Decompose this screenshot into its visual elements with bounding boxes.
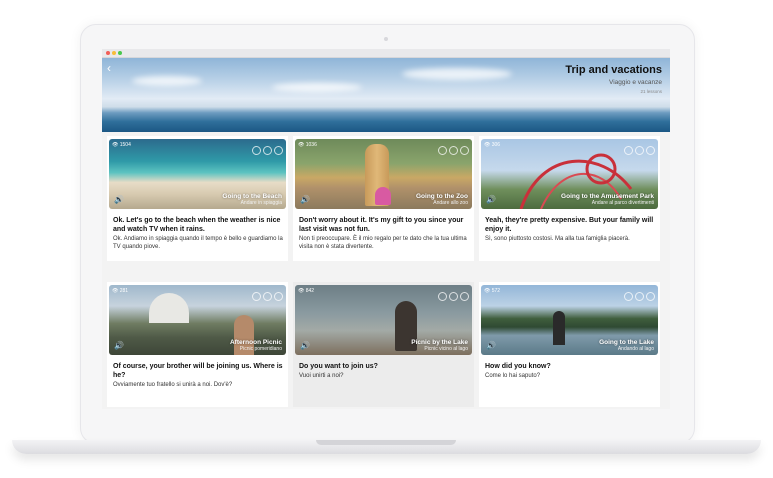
lesson-title: Going to the Lake <box>599 339 654 346</box>
dialog-translation: Vuoi unirti a noi? <box>299 373 344 379</box>
dialog-question: Do you want to join us? <box>299 363 378 370</box>
lesson-count: 21 lessons <box>640 89 662 94</box>
lesson-thumbnail[interactable]: 👁 842 🔊 Picnic by the Lake Picnic vicino… <box>295 285 472 355</box>
dialog-question: Ok. Let's go to the beach when the weath… <box>113 217 281 233</box>
dialog-translation: Ovviamente tuo fratello si unirà a noi. … <box>113 382 233 388</box>
progress-circles <box>250 288 283 306</box>
dialog-question: Yeah, they're pretty expensive. But your… <box>485 217 654 233</box>
app-window: ‹ Trip and vacations Viaggio e vacanze 2… <box>102 49 670 409</box>
close-window-button[interactable] <box>106 51 110 55</box>
lesson-title: Afternoon Picnic <box>229 339 282 346</box>
page-title: Trip and vacations <box>565 64 662 76</box>
lesson-title-translation: Andare allo zoo <box>433 200 468 206</box>
lesson-thumbnail[interactable]: 👁 306 🔊 Going to the Amusement Park Anda… <box>481 139 658 209</box>
lesson-title-translation: Picnic pomeridiano <box>239 346 282 352</box>
lesson-title-translation: Andare in spiaggia <box>240 200 282 206</box>
window-titlebar <box>102 49 670 58</box>
minimize-window-button[interactable] <box>112 51 116 55</box>
view-count: 👁 1504 <box>112 142 131 148</box>
speaker-icon[interactable]: 🔊 <box>114 341 124 350</box>
category-header: ‹ Trip and vacations Viaggio e vacanze 2… <box>102 58 670 132</box>
lesson-thumbnail[interactable]: 👁 1036 🔊 Going to the Zoo Andare allo zo… <box>295 139 472 209</box>
progress-circles <box>622 288 655 306</box>
lesson-title: Going to the Amusement Park <box>561 193 654 200</box>
lesson-card[interactable]: 👁 842 🔊 Picnic by the Lake Picnic vicino… <box>293 282 474 407</box>
lesson-card[interactable]: 👁 1504 🔊 Going to the Beach Andare in sp… <box>107 136 288 261</box>
lesson-card[interactable]: 👁 572 🔊 Going to the Lake Andando al lag… <box>479 282 660 407</box>
progress-circles <box>436 288 469 306</box>
view-count: 👁 1036 <box>298 142 317 148</box>
speaker-icon[interactable]: 🔊 <box>300 195 310 204</box>
lesson-thumbnail[interactable]: 👁 1504 🔊 Going to the Beach Andare in sp… <box>109 139 286 209</box>
zoom-window-button[interactable] <box>118 51 122 55</box>
progress-circles <box>436 142 469 160</box>
lesson-title-translation: Picnic vicino al lago <box>424 346 468 352</box>
dialog-question: Don't worry about it. It's my gift to yo… <box>299 217 464 233</box>
page-subtitle: Viaggio e vacanze <box>608 79 662 86</box>
speaker-icon[interactable]: 🔊 <box>300 341 310 350</box>
lesson-card[interactable]: 👁 281 🔊 Afternoon Picnic Picnic pomeridi… <box>107 282 288 407</box>
dialog-translation: Non ti preoccupare. È il mio regalo per … <box>299 236 467 250</box>
view-count: 👁 281 <box>112 288 129 294</box>
person-shape <box>375 187 391 205</box>
header-cloud <box>132 76 202 86</box>
dialog-translation: Ok. Andiamo in spiaggia quando il tempo … <box>113 236 283 250</box>
speaker-icon[interactable]: 🔊 <box>486 341 496 350</box>
dialog-translation: Sì, sono piuttosto costosi. Ma alla tua … <box>485 236 630 242</box>
speaker-icon[interactable]: 🔊 <box>114 195 124 204</box>
lesson-thumbnail[interactable]: 👁 281 🔊 Afternoon Picnic Picnic pomeridi… <box>109 285 286 355</box>
progress-circles <box>622 142 655 160</box>
view-count: 👁 306 <box>484 142 501 148</box>
lesson-title-translation: Andare al parco divertimenti <box>591 200 654 206</box>
dialog-question: How did you know? <box>485 363 551 370</box>
view-count: 👁 572 <box>484 288 501 294</box>
header-cloud <box>402 68 512 80</box>
lesson-thumbnail[interactable]: 👁 572 🔊 Going to the Lake Andando al lag… <box>481 285 658 355</box>
view-count: 👁 842 <box>298 288 315 294</box>
header-cloud <box>272 83 362 92</box>
person-shape <box>553 311 565 345</box>
progress-circles <box>250 142 283 160</box>
back-icon[interactable]: ‹ <box>107 62 111 74</box>
lesson-card[interactable]: 👁 1036 🔊 Going to the Zoo Andare allo zo… <box>293 136 474 261</box>
lesson-title-translation: Andando al lago <box>617 346 654 352</box>
speaker-icon[interactable]: 🔊 <box>486 195 496 204</box>
dialog-translation: Come lo hai saputo? <box>485 373 541 379</box>
lesson-title: Going to the Beach <box>222 193 282 200</box>
camera-dot <box>384 37 388 41</box>
laptop-notch <box>316 440 456 445</box>
dialog-question: Of course, your brother will be joining … <box>113 363 283 379</box>
opera-house-shape <box>149 293 189 323</box>
lesson-card[interactable]: 👁 306 🔊 Going to the Amusement Park Anda… <box>479 136 660 261</box>
lesson-title: Going to the Zoo <box>416 193 468 200</box>
lesson-title: Picnic by the Lake <box>411 339 468 346</box>
